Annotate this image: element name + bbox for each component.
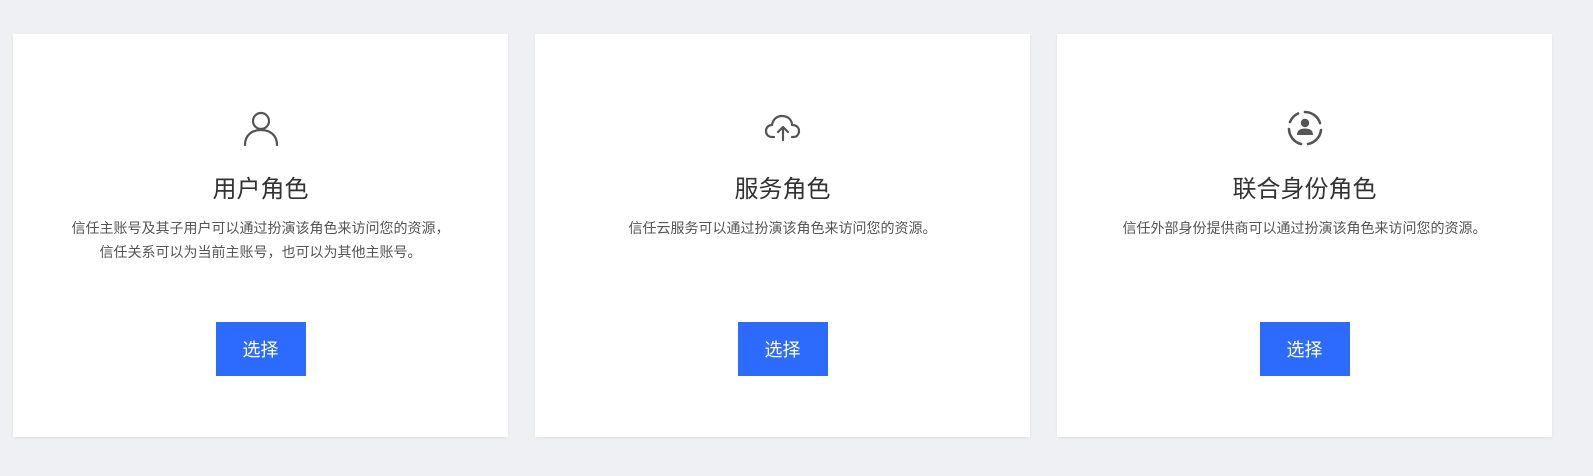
- card-description: 信任外部身份提供商可以通过扮演该角色来访问您的资源。: [1122, 220, 1487, 236]
- select-service-role-button[interactable]: 选择: [737, 322, 828, 376]
- federated-user-icon: [1285, 108, 1325, 148]
- user-icon: [241, 108, 281, 148]
- select-user-role-button[interactable]: 选择: [215, 322, 306, 376]
- select-federated-role-button[interactable]: 选择: [1259, 322, 1350, 376]
- card-title: 用户角色: [212, 176, 309, 203]
- role-card-federated: 联合身份角色 信任外部身份提供商可以通过扮演该角色来访问您的资源。 选择: [1057, 34, 1552, 437]
- role-type-card-list: 用户角色 信任主账号及其子用户可以通过扮演该角色来访问您的资源，信任关系可以为当…: [13, 34, 1552, 437]
- card-description: 信任主账号及其子用户可以通过扮演该角色来访问您的资源，信任关系可以为当前主账号，…: [71, 220, 450, 260]
- card-title: 服务角色: [734, 176, 831, 203]
- role-card-service: 服务角色 信任云服务可以通过扮演该角色来访问您的资源。 选择: [535, 34, 1030, 437]
- role-type-selection-page: 用户角色 信任主账号及其子用户可以通过扮演该角色来访问您的资源，信任关系可以为当…: [0, 0, 1593, 476]
- card-description: 信任云服务可以通过扮演该角色来访问您的资源。: [628, 220, 937, 236]
- role-card-user: 用户角色 信任主账号及其子用户可以通过扮演该角色来访问您的资源，信任关系可以为当…: [13, 34, 508, 437]
- cloud-upload-icon: [763, 108, 803, 148]
- card-title: 联合身份角色: [1232, 176, 1377, 203]
